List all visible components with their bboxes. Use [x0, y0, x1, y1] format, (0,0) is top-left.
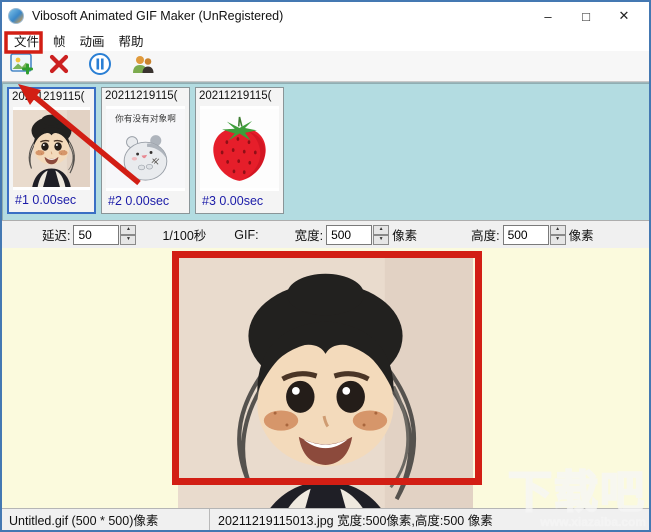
status-gif-info: Untitled.gif (500 * 500)像素 [2, 509, 210, 530]
hamster-caption-text: 你有没有对象啊 [115, 113, 176, 124]
window-controls: – □ ✕ [529, 4, 643, 28]
height-input[interactable] [502, 224, 549, 245]
app-icon [8, 8, 24, 24]
frame-thumbnail-strawberry [200, 106, 279, 191]
preview-image-girl [178, 256, 473, 508]
spinner-down-icon[interactable]: ▼ [549, 234, 566, 245]
toolbar [2, 51, 649, 82]
frame-filename: 20211219115( [9, 89, 94, 106]
frame-meta: #1 0.00sec [15, 193, 77, 207]
window-title: Vibosoft Animated GIF Maker (UnRegistere… [32, 9, 284, 23]
frame-card-3[interactable]: 20211219115(#3 0.00sec [195, 87, 284, 214]
frame-thumbnail-hamster: 你有没有对象啊 [106, 106, 185, 191]
frame-meta: #2 0.00sec [108, 194, 170, 208]
menu-item-help[interactable]: 帮助 [112, 29, 151, 52]
close-button[interactable]: ✕ [605, 4, 643, 28]
frame-card-1[interactable]: 20211219115( #1 0.00sec [7, 87, 96, 214]
settings-bar: 延迟: ▲ ▼ 1/100秒 GIF: 宽度: ▲ ▼ 像素 高度: ▲ ▼ 像… [2, 220, 649, 248]
frame-list: 20211219115( #1 0.00sec 20211219115( 你有没… [2, 82, 649, 220]
height-unit-label: 像素 [568, 229, 594, 243]
add-image-icon [10, 52, 34, 80]
width-input[interactable] [326, 224, 373, 245]
width-label: 宽度: [294, 229, 324, 243]
about-button[interactable] [129, 53, 157, 79]
frame-thumbnail-girl [13, 107, 90, 190]
delay-spinner[interactable]: ▲ ▼ [120, 224, 137, 245]
people-icon [130, 53, 156, 80]
pause-icon [88, 52, 112, 81]
delay-input[interactable] [73, 224, 120, 245]
spinner-up-icon[interactable]: ▲ [373, 224, 390, 235]
delete-x-icon [48, 53, 70, 80]
height-spinner[interactable]: ▲ ▼ [549, 224, 566, 245]
add-image-button[interactable] [8, 52, 36, 80]
spinner-up-icon[interactable]: ▲ [120, 224, 137, 235]
spinner-up-icon[interactable]: ▲ [549, 224, 566, 235]
delay-unit-label: 1/100秒 [162, 229, 207, 243]
frame-meta: #3 0.00sec [202, 194, 264, 208]
preview-area [2, 248, 649, 508]
width-unit-label: 像素 [392, 229, 418, 243]
delete-frame-button[interactable] [45, 53, 73, 79]
frame-filename: 20211219115( [102, 88, 189, 105]
spinner-down-icon[interactable]: ▼ [120, 234, 137, 245]
menu-bar: 文件 帧 动画 帮助 [2, 30, 649, 51]
menu-item-frame[interactable]: 帧 [46, 29, 73, 52]
spinner-down-icon[interactable]: ▼ [373, 234, 390, 245]
width-spinner[interactable]: ▲ ▼ [373, 224, 390, 245]
minimize-button[interactable]: – [529, 4, 567, 28]
delay-label: 延迟: [42, 229, 71, 243]
title-bar: Vibosoft Animated GIF Maker (UnRegistere… [2, 2, 649, 30]
status-bar: Untitled.gif (500 * 500)像素 2021121911501… [2, 508, 649, 530]
height-label: 高度: [471, 229, 500, 243]
status-frame-info: 20211219115013.jpg 宽度:500像素,高度:500 像素 [218, 514, 493, 528]
menu-item-file[interactable]: 文件 [7, 29, 46, 52]
menu-item-animation[interactable]: 动画 [73, 29, 112, 52]
maximize-button[interactable]: □ [567, 4, 605, 28]
gif-label: GIF: [234, 227, 259, 242]
frame-filename: 20211219115( [196, 88, 283, 105]
app-window: Vibosoft Animated GIF Maker (UnRegistere… [0, 0, 651, 532]
pause-button[interactable] [86, 52, 114, 81]
frame-card-2[interactable]: 20211219115( 你有没有对象啊 #2 0.00sec [101, 87, 190, 214]
